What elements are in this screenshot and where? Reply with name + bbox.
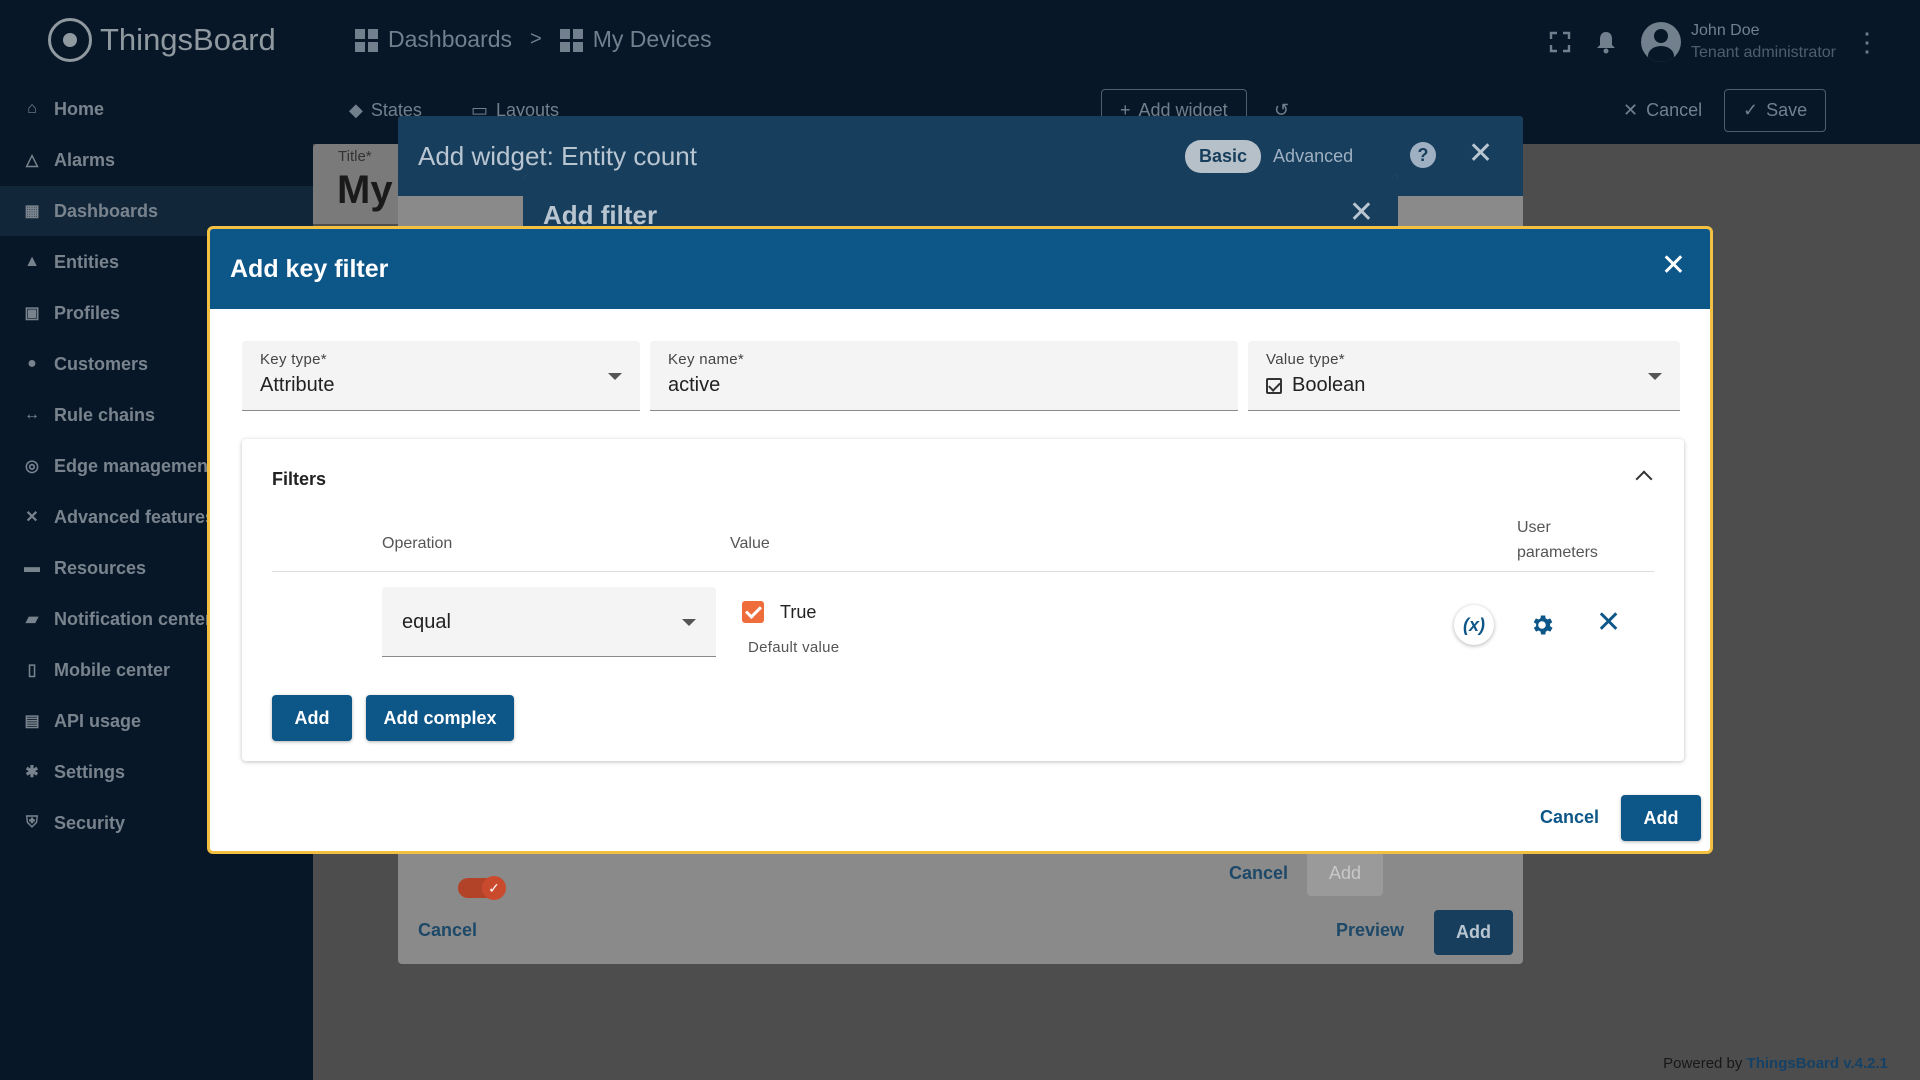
key-type-select[interactable]: Key type* Attribute (242, 341, 640, 411)
chevron-up-icon[interactable] (1635, 470, 1653, 488)
dropdown-arrow-icon (1648, 373, 1662, 380)
header-divider (272, 571, 1654, 572)
operation-column-header: Operation (382, 535, 453, 552)
key-type-value: Attribute (260, 374, 335, 396)
default-value-hint: Default value (748, 639, 840, 656)
add-widget-preview-button[interactable]: Preview (1336, 920, 1404, 941)
dynamic-value-button[interactable]: (x) (1454, 605, 1494, 645)
filters-title: Filters (272, 469, 327, 489)
close-icon[interactable]: ✕ (1349, 195, 1374, 230)
value-type-value: Boolean (1292, 374, 1366, 396)
close-icon[interactable]: ✕ (1661, 251, 1686, 281)
close-icon[interactable]: ✕ (1468, 136, 1493, 171)
toggle-check-icon[interactable]: ✓ (482, 876, 506, 900)
value-type-select[interactable]: Value type* Boolean (1248, 341, 1680, 411)
value-checkbox[interactable] (742, 601, 764, 623)
value-checkbox-label: True (780, 602, 817, 622)
key-type-label: Key type* (260, 351, 327, 368)
checkbox-icon (1266, 377, 1282, 394)
add-widget-cancel-button[interactable]: Cancel (418, 920, 477, 941)
add-widget-dialog-title: Add widget: Entity count (418, 141, 697, 172)
dropdown-arrow-icon (608, 373, 622, 380)
widget-title-field: Title* My (313, 144, 398, 224)
add-widget-add-button[interactable]: Add (1434, 910, 1513, 955)
add-widget-title-name: Entity count (561, 140, 697, 171)
add-complex-button[interactable]: Add complex (366, 695, 514, 741)
close-icon[interactable]: ✕ (1596, 601, 1621, 645)
key-name-value: active (668, 374, 721, 396)
key-name-input[interactable]: Key name* active (650, 341, 1238, 411)
add-filter-add-button[interactable]: Add (1307, 851, 1384, 896)
user-parameters-header-line2: parameters (1517, 544, 1598, 561)
filters-panel: Filters Operation Value User parameters … (242, 439, 1684, 761)
basic-advanced-toggle: Basic Advanced (1185, 140, 1353, 173)
help-icon[interactable]: ? (1410, 142, 1436, 168)
operation-select[interactable]: equal (382, 587, 716, 657)
add-filter-row-button[interactable]: Add (272, 695, 352, 741)
value-type-label: Value type* (1266, 351, 1345, 368)
dropdown-arrow-icon (682, 619, 696, 626)
key-filter-dialog-header: Add key filter (210, 229, 1710, 309)
basic-toggle[interactable]: Basic (1185, 140, 1262, 173)
widget-title-label: Title* (338, 148, 372, 165)
key-name-label: Key name* (668, 351, 745, 368)
gear-icon[interactable] (1520, 603, 1564, 647)
key-filter-dialog-title: Add key filter (230, 254, 389, 283)
value-column-header: Value (730, 535, 770, 552)
user-parameters-header-line1: User (1517, 519, 1551, 536)
advanced-toggle[interactable]: Advanced (1273, 146, 1353, 167)
key-filter-cancel-button[interactable]: Cancel (1540, 807, 1599, 828)
operation-value: equal (402, 611, 451, 633)
key-filter-add-button[interactable]: Add (1621, 795, 1701, 841)
add-widget-title-prefix: Add widget: (418, 140, 554, 171)
add-key-filter-dialog: Add key filter ✕ Key type* Attribute Key… (207, 226, 1713, 854)
widget-title-value: My (337, 168, 393, 212)
add-filter-cancel-button[interactable]: Cancel (1229, 863, 1288, 884)
